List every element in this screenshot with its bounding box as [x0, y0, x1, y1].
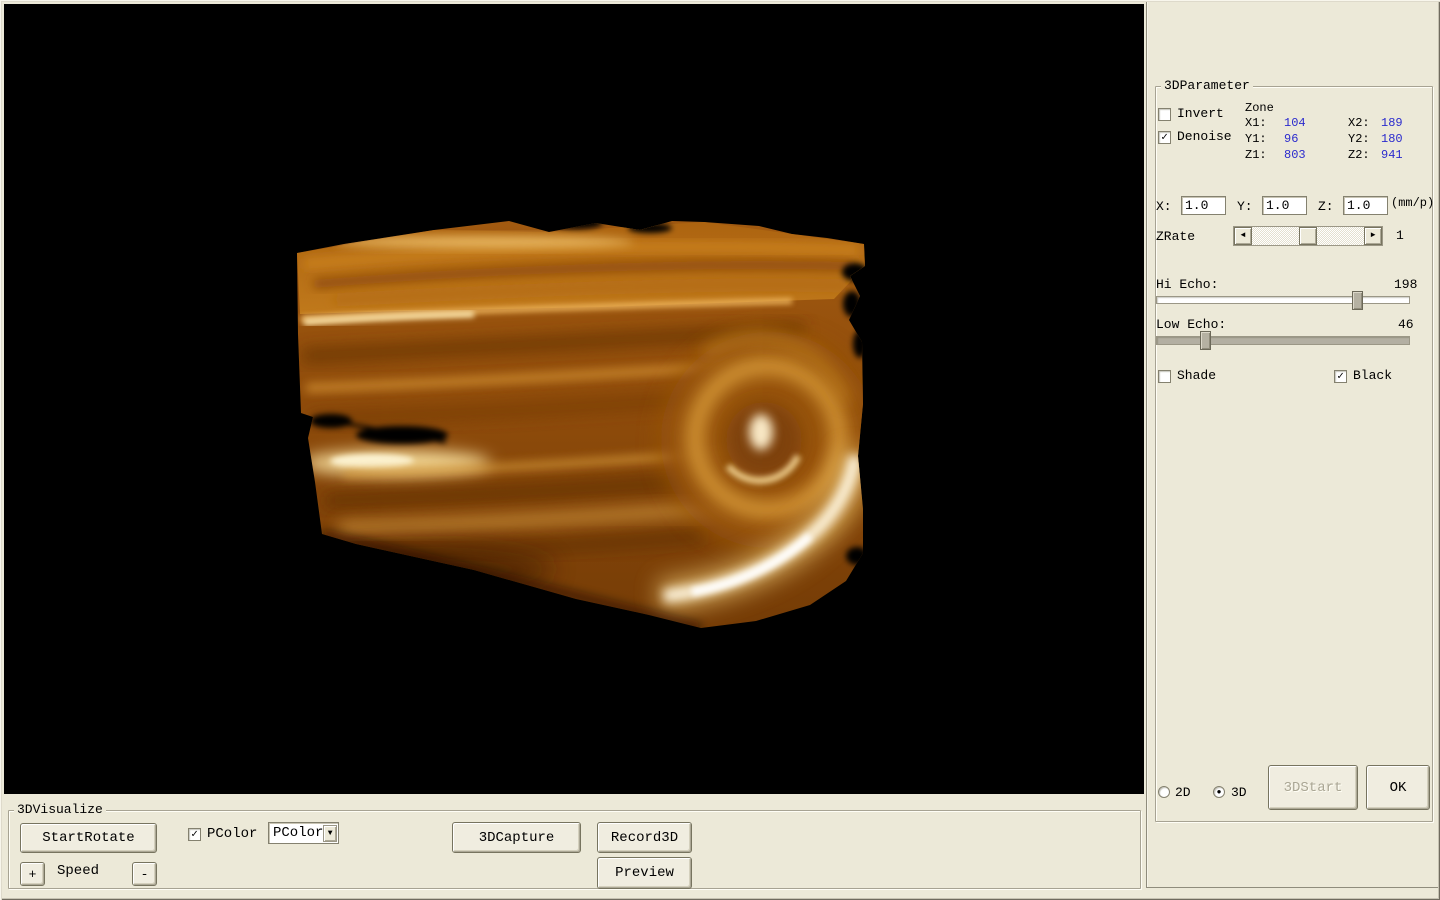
3dparameter-group-title: 3DParameter: [1161, 79, 1253, 93]
3dcapture-button[interactable]: 3DCapture: [452, 822, 581, 853]
zrate-scrollbar[interactable]: ◄ ►: [1233, 226, 1383, 246]
low-echo-label: Low Echo:: [1156, 318, 1226, 332]
black-label: Black: [1353, 369, 1392, 383]
zone-z1-value: 803: [1284, 149, 1306, 162]
hi-echo-slider-thumb[interactable]: [1352, 291, 1363, 310]
hi-echo-value: 198: [1394, 278, 1417, 292]
pcolor-checkbox[interactable]: ✓: [188, 828, 201, 841]
zrate-scrollbar-thumb[interactable]: [1299, 227, 1317, 245]
3dvisualize-group-title: 3DVisualize: [14, 803, 106, 817]
voxel-x-input[interactable]: [1181, 196, 1226, 215]
zrate-value: 1: [1396, 229, 1404, 243]
denoise-checkbox[interactable]: ✓: [1158, 131, 1171, 144]
black-checkbox[interactable]: ✓: [1334, 370, 1347, 383]
pcolor-checkmark: ✓: [191, 829, 198, 841]
shade-checkbox[interactable]: [1158, 370, 1171, 383]
zone-x1-label: X1:: [1245, 117, 1267, 130]
zrate-right-arrow-icon[interactable]: ►: [1364, 227, 1382, 245]
pcolor-dropdown[interactable]: PColor ▼: [268, 822, 339, 844]
mode-2d-radio[interactable]: [1158, 786, 1170, 798]
low-echo-value: 46: [1398, 318, 1414, 332]
mode-3d-radio[interactable]: ●: [1213, 786, 1225, 798]
zone-z2-value: 941: [1381, 149, 1403, 162]
zone-x2-label: X2:: [1348, 117, 1370, 130]
invert-label: Invert: [1177, 107, 1224, 121]
black-checkmark: ✓: [1337, 371, 1344, 383]
volume-render: [4, 4, 1144, 794]
mode-3d-label: 3D: [1231, 786, 1247, 800]
invert-checkbox[interactable]: [1158, 108, 1171, 121]
zone-z1-label: Z1:: [1245, 149, 1267, 162]
zone-z2-label: Z2:: [1348, 149, 1370, 162]
speed-label: Speed: [57, 864, 99, 878]
denoise-checkmark: ✓: [1161, 132, 1168, 144]
voxel-x-label: X:: [1156, 200, 1172, 214]
record3d-button[interactable]: Record3D: [597, 822, 692, 853]
voxel-z-input[interactable]: [1343, 196, 1388, 215]
pcolor-dropdown-value: PColor: [269, 825, 323, 841]
voxel-y-label: Y:: [1237, 200, 1253, 214]
shade-label: Shade: [1177, 369, 1216, 383]
zone-y2-value: 180: [1381, 133, 1403, 146]
low-echo-slider-thumb[interactable]: [1200, 331, 1211, 350]
mode-3d-radio-dot: ●: [1217, 788, 1222, 797]
mode-2d-label: 2D: [1175, 786, 1191, 800]
denoise-label: Denoise: [1177, 130, 1232, 144]
preview-button[interactable]: Preview: [597, 857, 692, 889]
ok-button[interactable]: OK: [1366, 765, 1430, 810]
hi-echo-slider-track[interactable]: [1156, 296, 1410, 304]
voxel-z-label: Z:: [1318, 200, 1334, 214]
zone-y2-label: Y2:: [1348, 133, 1370, 146]
zone-y1-value: 96: [1284, 133, 1298, 146]
zone-x1-value: 104: [1284, 117, 1306, 130]
zone-y1-label: Y1:: [1245, 133, 1267, 146]
render-viewport[interactable]: [4, 4, 1144, 794]
speed-minus-button[interactable]: -: [132, 862, 157, 886]
voxel-unit-label: (mm/p): [1391, 197, 1434, 210]
start-rotate-button[interactable]: StartRotate: [20, 823, 157, 853]
chevron-down-icon[interactable]: ▼: [323, 825, 337, 842]
application-window: 3DParameter Invert ✓ Denoise Zone X1: 10…: [0, 0, 1440, 900]
speed-plus-button[interactable]: +: [20, 862, 45, 886]
voxel-y-input[interactable]: [1262, 196, 1307, 215]
zrate-left-arrow-icon[interactable]: ◄: [1234, 227, 1252, 245]
zrate-label: ZRate: [1156, 230, 1195, 244]
zone-title: Zone: [1245, 102, 1274, 115]
low-echo-slider-track[interactable]: [1156, 336, 1410, 345]
3dstart-button[interactable]: 3DStart: [1268, 765, 1358, 810]
pcolor-label: PColor: [207, 827, 257, 841]
hi-echo-label: Hi Echo:: [1156, 278, 1218, 292]
zone-x2-value: 189: [1381, 117, 1403, 130]
